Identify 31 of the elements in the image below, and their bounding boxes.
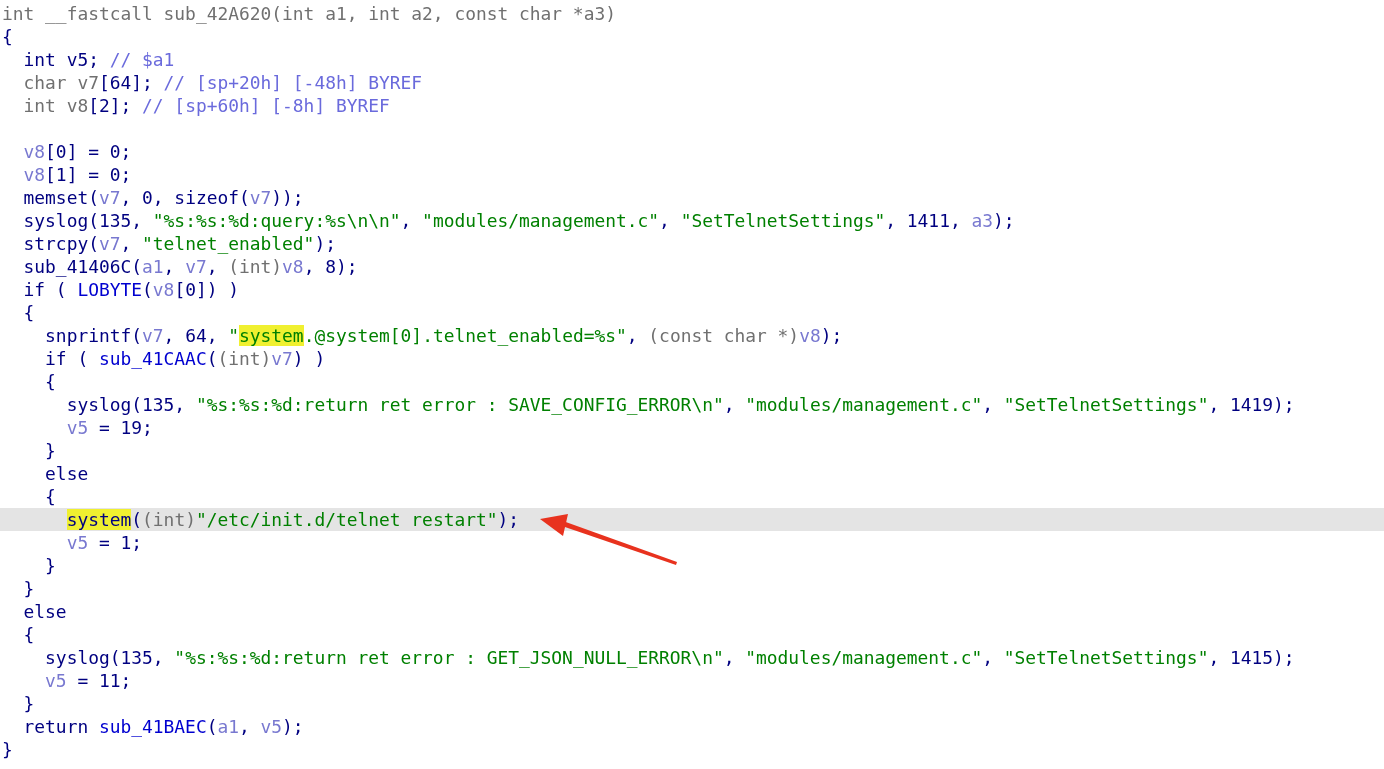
code-line: { <box>44 370 57 393</box>
code-line: v5 = 19; <box>65 416 154 439</box>
code-line: } <box>22 692 36 715</box>
code-line: syslog(135, "%s:%s:%d:return ret error : SAVE_CONFIG_ERROR\n", "modules/management.c", "SetTelnetSettings", 1419); <box>65 393 1296 416</box>
code-line: v8[1] = 0; <box>22 163 133 186</box>
code-line: int __fastcall sub_42A620(int a1, int a2, const char *a3) <box>1 2 617 25</box>
code-line: } <box>44 439 57 462</box>
code-line: int v8[2]; // [sp+60h] [-8h] BYREF <box>22 94 391 117</box>
code-line: { <box>22 301 36 324</box>
code-line: strcpy(v7, "telnet_enabled"); <box>22 232 337 255</box>
code-line: else <box>44 462 90 485</box>
code-line: } <box>44 554 57 577</box>
code-line: { <box>44 485 57 508</box>
code-line: if ( sub_41CAAC((int)v7) ) <box>44 347 327 370</box>
code-line: v8[0] = 0; <box>22 140 133 163</box>
code-line: syslog(135, "%s:%s:%d:query:%s\n\n", "modules/management.c", "SetTelnetSettings", 1411, a3); <box>22 209 1016 232</box>
code-line: { <box>1 25 14 48</box>
code-line: } <box>22 577 36 600</box>
code-line: return sub_41BAEC(a1, v5); <box>22 715 305 738</box>
code-line: memset(v7, 0, sizeof(v7)); <box>22 186 305 209</box>
code-line: if ( LOBYTE(v8[0]) ) <box>22 278 240 301</box>
code-line: v5 = 11; <box>44 669 133 692</box>
code-line: char v7[64]; // [sp+20h] [-48h] BYREF <box>22 71 424 94</box>
code-line: snprintf(v7, 64, "system.@system[0].telnet_enabled=%s", (const char *)v8); <box>44 324 844 347</box>
code-line: int v5; // $a1 <box>22 48 176 71</box>
code-line: else <box>22 600 68 623</box>
code-line: v5 = 1; <box>65 531 144 554</box>
code-line: sub_41406C(a1, v7, (int)v8, 8); <box>22 255 359 278</box>
code-line: { <box>22 623 36 646</box>
code-line: } <box>1 738 14 761</box>
code-line: syslog(135, "%s:%s:%d:return ret error : GET_JSON_NULL_ERROR\n", "modules/management.c", "SetTelnetSettings", 1415); <box>44 646 1296 669</box>
